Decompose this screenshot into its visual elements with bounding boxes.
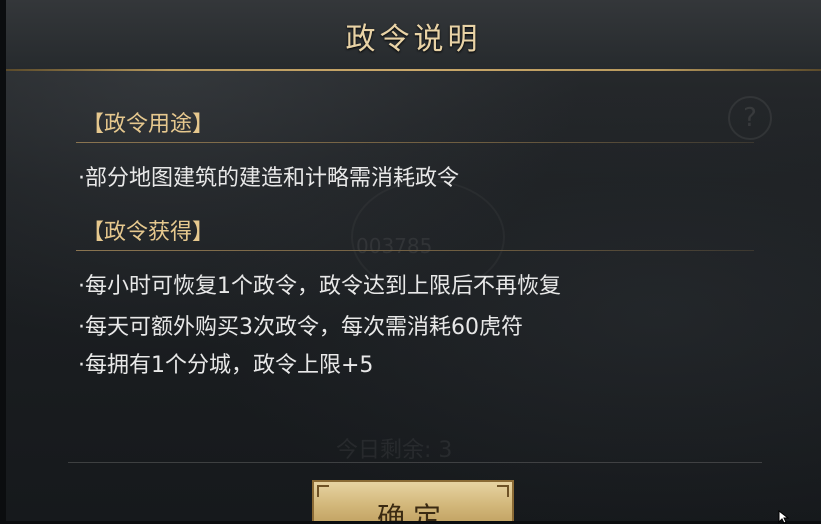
confirm-button[interactable]: 确定 [312,480,514,521]
section-underline [76,142,754,143]
question-icon: ? [728,96,772,140]
section-header-usage: 【政令用途】 [82,112,215,137]
section-header-obtain: 【政令获得】 [82,220,215,245]
title-divider [6,69,821,71]
mouse-cursor-icon [778,510,790,524]
obtain-line-2: ·每天可额外购买3次政令，每次需消耗60虎符 [78,315,523,340]
bottom-divider [68,462,762,463]
section-underline [76,250,754,251]
confirm-button-label: 确定 [376,501,449,521]
dialog-title: 政令说明 [345,22,482,57]
obtain-line-3: ·每拥有1个分城，政令上限+5 [78,353,374,378]
obtain-line-1: ·每小时可恢复1个政令，政令达到上限后不再恢复 [78,274,561,299]
usage-line-1: ·部分地图建筑的建造和计略需消耗政令 [78,166,459,191]
remaining-count-text: 今日剩余: 3 [336,438,453,463]
policy-explanation-dialog: 政令说明 ? 003785 【政令用途】 ·部分地图建筑的建造和计略需消耗政令 … [6,0,821,521]
background-seal-text: 003785 [356,234,433,258]
